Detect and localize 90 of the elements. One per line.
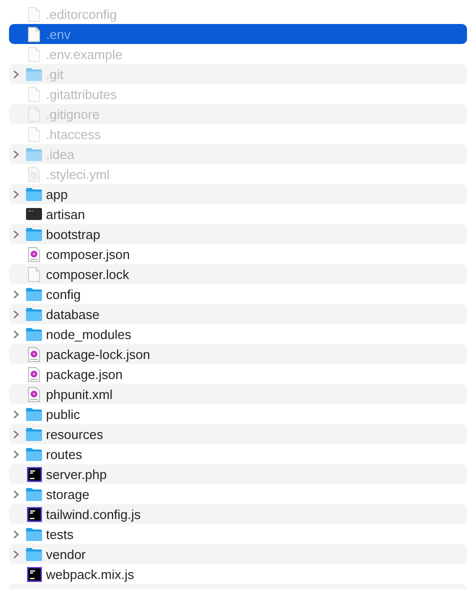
- file-name: server.php: [46, 466, 107, 482]
- chevron-icon[interactable]: [13, 190, 19, 198]
- file-row[interactable]: composer.json: [9, 244, 467, 264]
- file-row[interactable]: composer.lock: [9, 264, 467, 284]
- file-name: package-lock.json: [46, 346, 150, 362]
- file-name: database: [46, 306, 100, 322]
- file-row[interactable]: app: [9, 184, 467, 204]
- document-icon: [28, 26, 40, 42]
- folder-icon: [26, 488, 42, 500]
- document-icon: [28, 126, 40, 142]
- chevron-icon[interactable]: [13, 330, 19, 338]
- file-name: composer.lock: [46, 266, 130, 282]
- chevron-icon[interactable]: [13, 230, 19, 238]
- file-name: .env.example: [46, 46, 122, 62]
- file-name: node_modules: [46, 326, 132, 342]
- chevron-icon[interactable]: [13, 290, 19, 298]
- file-row[interactable]: database: [9, 304, 467, 324]
- file-row[interactable]: public: [9, 404, 467, 424]
- folder-icon: [26, 68, 42, 80]
- file-name: webpack.mix.js: [46, 566, 134, 582]
- chevron-icon[interactable]: [13, 430, 19, 438]
- file-row[interactable]: routes: [9, 444, 467, 464]
- file-row[interactable]: node_modules: [9, 324, 467, 344]
- file-row[interactable]: server.php: [9, 464, 467, 484]
- chevron-icon[interactable]: [13, 410, 19, 418]
- terminal-icon: [26, 208, 42, 220]
- file-name: tests: [46, 526, 74, 542]
- folder-icon: [26, 408, 42, 420]
- text-file-icon: [28, 166, 40, 182]
- file-name: vendor: [46, 546, 86, 562]
- file-name: .editorconfig: [46, 6, 117, 22]
- script-file-icon: [28, 366, 40, 382]
- file-name: storage: [46, 486, 90, 502]
- folder-icon: [26, 548, 42, 560]
- file-row[interactable]: storage: [9, 484, 467, 504]
- script-file-icon: [28, 346, 40, 362]
- file-name: resources: [46, 426, 104, 442]
- file-row[interactable]: webpack.mix.js: [9, 564, 467, 584]
- document-icon: [28, 46, 40, 62]
- file-row[interactable]: package-lock.json: [9, 344, 467, 364]
- file-row[interactable]: config: [9, 284, 467, 304]
- ide-file-icon: [26, 566, 42, 582]
- chevron-icon[interactable]: [13, 150, 19, 158]
- folder-icon: [26, 328, 42, 340]
- file-name: bootstrap: [46, 226, 100, 242]
- document-icon: [28, 266, 40, 282]
- script-file-icon: [28, 246, 40, 262]
- chevron-icon[interactable]: [13, 530, 19, 538]
- folder-icon: [26, 528, 42, 540]
- file-name: package.json: [46, 366, 123, 382]
- file-name: .htaccess: [46, 126, 101, 142]
- folder-icon: [26, 308, 42, 320]
- ide-file-icon: [26, 506, 42, 522]
- file-row[interactable]: bootstrap: [9, 224, 467, 244]
- file-name: .styleci.yml: [46, 166, 110, 182]
- file-name: public: [46, 406, 80, 422]
- file-name: config: [46, 286, 81, 302]
- file-name: app: [46, 186, 68, 202]
- file-name: tailwind.config.js: [46, 506, 141, 522]
- folder-icon: [26, 148, 42, 160]
- file-row[interactable]: tailwind.config.js: [9, 504, 467, 524]
- file-row[interactable]: artisan: [9, 204, 467, 224]
- file-row[interactable]: vendor: [9, 544, 467, 564]
- file-name: .gitattributes: [46, 86, 117, 102]
- file-name: .idea: [46, 146, 74, 162]
- script-file-icon: [28, 386, 40, 402]
- file-name: .gitignore: [46, 106, 100, 122]
- file-row[interactable]: tests: [9, 524, 467, 544]
- file-name: artisan: [46, 206, 86, 222]
- ide-file-icon: [26, 466, 42, 482]
- file-name: .git: [46, 66, 64, 82]
- chevron-icon[interactable]: [13, 70, 19, 78]
- document-icon: [28, 6, 40, 22]
- file-row[interactable]: resources: [9, 424, 467, 444]
- file-name: .env: [46, 26, 71, 42]
- folder-icon: [26, 228, 42, 240]
- chevron-icon[interactable]: [13, 550, 19, 558]
- folder-icon: [26, 188, 42, 200]
- file-name: phpunit.xml: [46, 386, 112, 402]
- folder-icon: [26, 288, 42, 300]
- document-icon: [28, 86, 40, 102]
- chevron-icon[interactable]: [13, 450, 19, 458]
- chevron-icon[interactable]: [13, 310, 19, 318]
- file-row[interactable]: package.json: [9, 364, 467, 384]
- folder-icon: [26, 428, 42, 440]
- file-name: routes: [46, 446, 82, 462]
- file-name: composer.json: [46, 246, 130, 262]
- chevron-icon[interactable]: [13, 490, 19, 498]
- file-row[interactable]: phpunit.xml: [9, 384, 467, 404]
- folder-icon: [26, 448, 42, 460]
